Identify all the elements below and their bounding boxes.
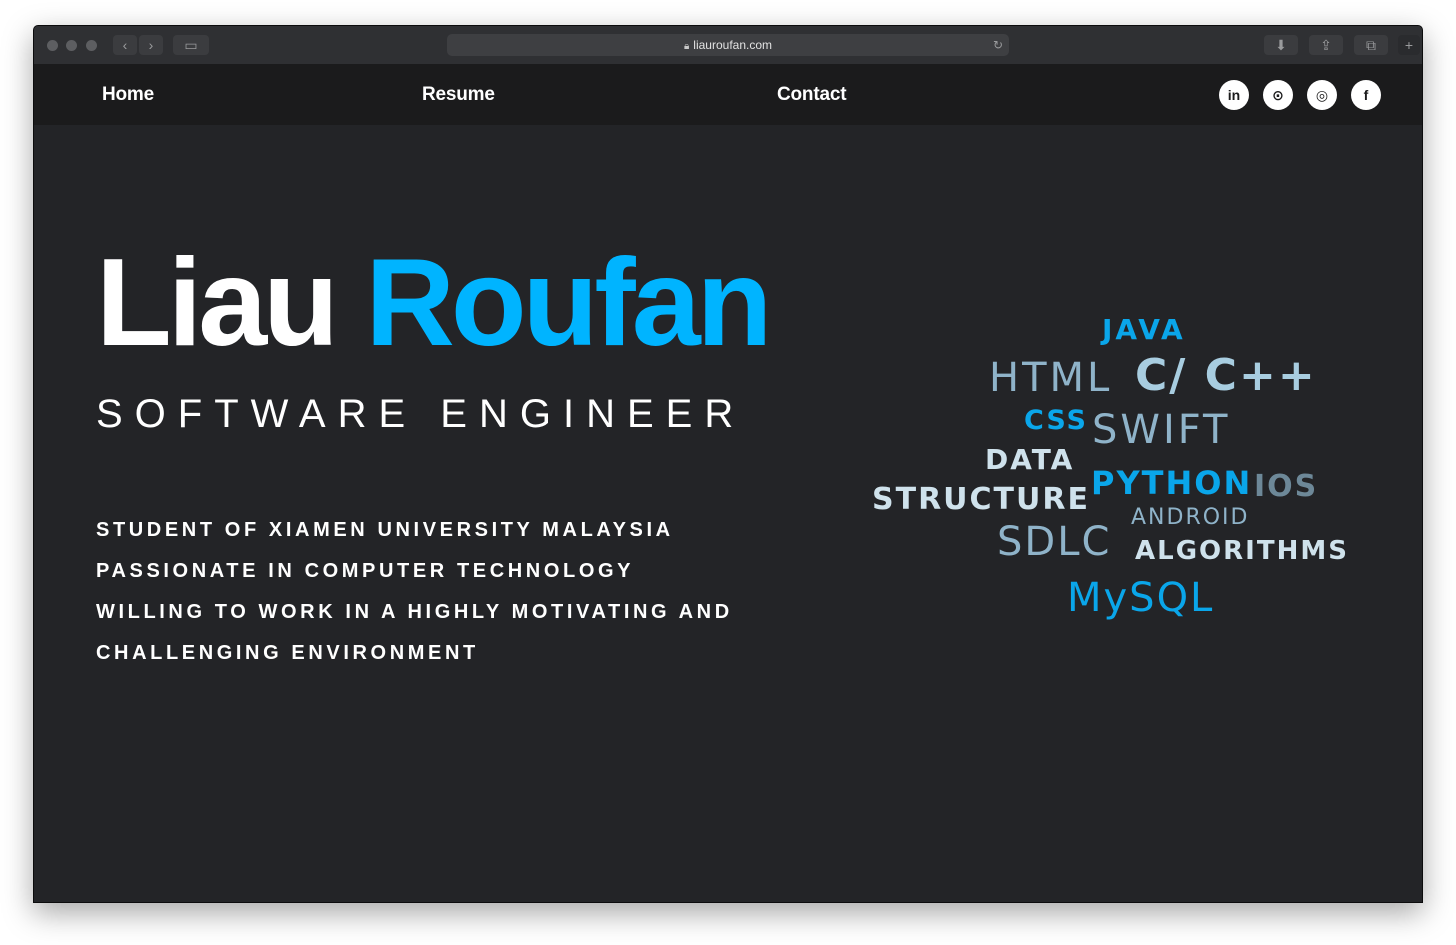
- hero-role: SOFTWARE ENGINEER: [96, 392, 746, 436]
- bio-line: WILLING TO WORK IN A HIGHLY MOTIVATING A…: [96, 601, 733, 623]
- bio-line: PASSIONATE IN COMPUTER TECHNOLOGY: [96, 560, 635, 582]
- skill-word-python: PYTHON: [1091, 464, 1253, 502]
- back-button[interactable]: ‹: [113, 35, 137, 55]
- bio-line: CHALLENGING ENVIRONMENT: [96, 642, 479, 664]
- lock-icon: 🔒︎: [683, 41, 690, 52]
- skill-word-android: ANDROID: [1131, 505, 1250, 530]
- bio-line: STUDENT OF XIAMEN UNIVERSITY MALAYSIA: [96, 519, 674, 541]
- nav-resume-link[interactable]: Resume: [422, 84, 495, 106]
- bio-text: STUDENT OF XIAMEN UNIVERSITY MALAYSIA PA…: [96, 517, 733, 681]
- skill-word-algorithms: ALGORITHMS: [1135, 536, 1349, 566]
- tabs-overview-button[interactable]: ⧉: [1354, 35, 1388, 55]
- skill-word-data: DATA: [985, 443, 1075, 476]
- forward-button[interactable]: ›: [139, 35, 163, 55]
- github-icon[interactable]: ⊙: [1263, 80, 1293, 110]
- sidebar-toggle-button[interactable]: ▭: [173, 35, 209, 55]
- nav-contact-link[interactable]: Contact: [777, 84, 847, 106]
- skill-word-mysql: MySQL: [1067, 575, 1215, 621]
- instagram-icon[interactable]: ◎: [1307, 80, 1337, 110]
- browser-window: ‹ › ▭ 🔒︎ liauroufan.com ↻ ⬇ ⇪ ⧉ + Home Re…: [33, 25, 1423, 903]
- browser-toolbar: ‹ › ▭ 🔒︎ liauroufan.com ↻ ⬇ ⇪ ⧉ +: [34, 26, 1422, 65]
- skill-word-css: CSS: [1024, 405, 1088, 436]
- hero-last-name: Roufan: [365, 234, 772, 372]
- site-navbar: Home Resume Contact in ⊙ ◎ f: [34, 64, 1422, 125]
- new-tab-button[interactable]: +: [1398, 35, 1420, 55]
- hero-name: Liau Roufan: [96, 241, 772, 365]
- share-button[interactable]: ⇪: [1309, 35, 1343, 55]
- reload-icon[interactable]: ↻: [993, 34, 1003, 56]
- skill-word-structure: STRUCTURE: [872, 482, 1090, 517]
- close-window-button[interactable]: [47, 40, 58, 51]
- skill-word-java: JAVA: [1102, 313, 1186, 346]
- url-text: liauroufan.com: [693, 38, 773, 52]
- nav-home-link[interactable]: Home: [102, 84, 154, 106]
- facebook-icon[interactable]: f: [1351, 80, 1381, 110]
- skill-word-swift: SWIFT: [1092, 407, 1231, 453]
- skill-word-html: HTML: [989, 355, 1113, 401]
- skill-word-ios: IOS: [1254, 469, 1319, 504]
- minimize-window-button[interactable]: [66, 40, 77, 51]
- skill-word-sdlc: SDLC: [997, 519, 1112, 565]
- linkedin-icon[interactable]: in: [1219, 80, 1249, 110]
- hero-first-name: Liau: [96, 234, 339, 372]
- downloads-button[interactable]: ⬇: [1264, 35, 1298, 55]
- address-bar[interactable]: 🔒︎ liauroufan.com ↻: [447, 34, 1009, 56]
- skill-word-cpp: C/ C++: [1135, 350, 1317, 401]
- zoom-window-button[interactable]: [86, 40, 97, 51]
